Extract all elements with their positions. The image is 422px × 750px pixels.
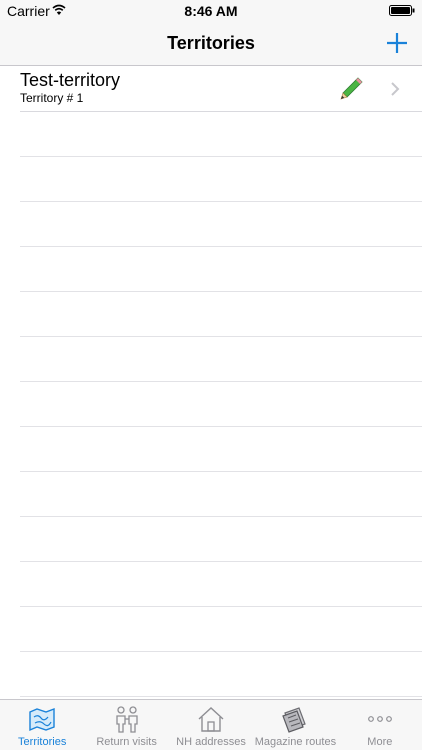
territory-row[interactable]: Test-territory Territory # 1 [20, 67, 422, 112]
empty-row [20, 472, 422, 517]
empty-row [20, 382, 422, 427]
pencil-icon[interactable] [338, 76, 364, 102]
tab-return-visits[interactable]: Return visits [84, 700, 168, 750]
empty-row [20, 112, 422, 157]
territory-name: Test-territory [20, 70, 121, 90]
territory-list: Test-territory Territory # 1 [0, 67, 422, 698]
tab-territories[interactable]: Territories [0, 700, 84, 750]
people-icon [115, 706, 138, 733]
tab-label: NH addresses [176, 736, 246, 748]
house-icon [198, 707, 224, 732]
empty-row [20, 427, 422, 472]
tab-label: Territories [18, 736, 67, 748]
status-time: 8:46 AM [184, 3, 238, 19]
battery-icon [389, 5, 415, 16]
empty-row [20, 202, 422, 247]
navigation-bar: Territories [0, 22, 422, 66]
more-icon [367, 716, 392, 722]
tab-more[interactable]: More [338, 700, 422, 750]
empty-row [20, 157, 422, 202]
tab-nh-addresses[interactable]: NH addresses [169, 700, 253, 750]
empty-row [20, 337, 422, 382]
tab-bar: Territories Return visits NH addresses M… [0, 699, 422, 750]
empty-row [20, 517, 422, 562]
map-icon [29, 707, 55, 732]
page-title: Territories [167, 33, 255, 53]
empty-row [20, 292, 422, 337]
chevron-right-icon [391, 82, 400, 96]
territory-number: Territory # 1 [20, 91, 84, 105]
empty-row [20, 247, 422, 292]
tab-magazine-routes[interactable]: Magazine routes [253, 700, 337, 750]
add-territory-button[interactable] [382, 28, 412, 58]
tab-label: Return visits [96, 736, 157, 748]
empty-row [20, 652, 422, 697]
magazines-icon [282, 707, 307, 733]
empty-row [20, 607, 422, 652]
tab-label: More [367, 736, 393, 748]
tab-label: Magazine routes [254, 736, 337, 748]
status-bar: Carrier 8:46 AM [0, 0, 422, 22]
empty-row [20, 562, 422, 607]
